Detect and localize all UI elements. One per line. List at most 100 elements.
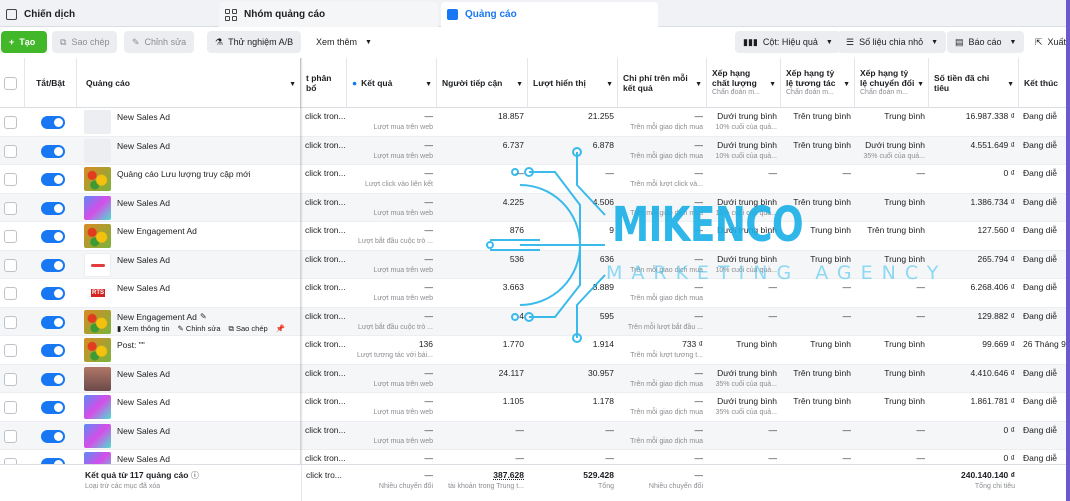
tab-campaigns[interactable]: Chiến dịch (0, 2, 215, 27)
row-toggle[interactable] (41, 201, 65, 215)
row-toggle[interactable] (41, 344, 65, 357)
header-reach[interactable]: Người tiếp cận ▼ (437, 58, 528, 108)
ad-name-link[interactable]: Post: "" (117, 340, 145, 350)
row-checkbox[interactable] (4, 429, 17, 443)
ad-name-link[interactable]: New Sales Ad (117, 141, 170, 151)
row-toggle[interactable] (41, 258, 65, 272)
ad-thumbnail (84, 252, 111, 277)
ad-name-link[interactable]: New Engagement Ad (117, 226, 197, 236)
table-row[interactable]: Quảng cáo Lưu lượng truy cập mới click tr… (0, 165, 1070, 194)
row-toggle[interactable] (41, 116, 65, 129)
row-checkbox[interactable] (4, 287, 17, 300)
pencil-icon[interactable]: ✎ (200, 312, 207, 321)
breakdown-icon: ☰ (846, 36, 855, 47)
tab-adsets[interactable]: Nhóm quảng cáo (219, 2, 438, 27)
ad-thumbnail (84, 138, 111, 163)
breakdown-dropdown[interactable]: ☰ Số liệu chia nhỏ ▼ (838, 31, 947, 53)
header-onoff[interactable]: Tắt/Bật (25, 58, 77, 108)
header-ends[interactable]: Kết thúc (1019, 58, 1070, 108)
table-row[interactable]: New Sales Ad click tron... — Lượt mua trên … (0, 193, 1070, 222)
header-quality[interactable]: Xếp hạng chất lượng Chẩn đoán m... ▼ (707, 58, 781, 108)
cell-cv: Dưới trung bình 35% cuối của quả... (863, 139, 926, 160)
row-checkbox[interactable] (4, 144, 17, 158)
cell-reach: 1.770 (502, 339, 524, 349)
sort-icon: ▼ (516, 81, 523, 88)
cell-end: Đang diễ (1023, 367, 1058, 378)
cell-impr: — (605, 424, 615, 435)
ad-name-link[interactable]: New Sales Ad (117, 426, 170, 436)
duplicate-link[interactable]: ⧉ Sao chép (229, 324, 268, 334)
chevron-down-icon: ▼ (931, 38, 939, 46)
header-impressions[interactable]: Lượt hiển thị ▼ (528, 58, 618, 108)
row-checkbox[interactable] (4, 258, 17, 272)
row-toggle[interactable] (41, 173, 65, 186)
table-row[interactable]: New Engagement Ad ✎ ▮ Xem thông tin ✎ Chỉnh… (0, 307, 1070, 336)
header-spent[interactable]: Số tiền đã chi tiêu ▼ (929, 58, 1019, 108)
totals-label: Kết quả từ 117 quảng cáo ⓘ Loại trừ các m… (85, 470, 199, 490)
duplicate-button[interactable]: ⧉ Sao chép (52, 31, 118, 53)
ad-name-link[interactable]: New Sales Ad (117, 255, 170, 265)
ad-name-link[interactable]: New Sales Ad (117, 198, 170, 208)
header-cpr[interactable]: Chi phí trên mỗi kết quả ▼ (618, 58, 707, 108)
table-row[interactable]: New Engagement Ad click tron... — Lượt bắt … (0, 222, 1070, 251)
ad-name-link[interactable]: New Sales Ad (117, 369, 170, 379)
ad-name-link[interactable]: Quảng cáo Lưu lượng truy cập mới (117, 169, 251, 179)
row-toggle[interactable] (41, 315, 65, 329)
row-toggle[interactable] (41, 401, 65, 414)
table-row[interactable]: New Sales Ad click tron... — Lượt mua trên … (0, 421, 1070, 450)
more-button[interactable]: Xem thêm ▼ (308, 31, 380, 53)
cell-impr: 6.878 (592, 139, 614, 150)
view-link[interactable]: ▮ Xem thông tin (117, 324, 170, 334)
select-all-checkbox[interactable] (4, 77, 17, 90)
header-delivery[interactable]: t phân bổ (301, 58, 347, 108)
ad-name-link[interactable]: New Sales Ad (117, 283, 170, 293)
reports-dropdown[interactable]: ▤ Báo cáo ▼ (947, 31, 1025, 53)
row-toggle[interactable] (41, 372, 65, 386)
export-button[interactable]: ⇱ Xuất (1027, 31, 1070, 53)
row-checkbox[interactable] (4, 173, 17, 186)
tab-ads[interactable]: Quảng cáo (441, 2, 658, 27)
cell-reach: 3.663 (502, 282, 524, 292)
ab-test-button[interactable]: ⚗ Thử nghiệm A/B (207, 31, 302, 53)
header-ad[interactable]: Quảng cáo ▼ (77, 58, 301, 108)
row-checkbox[interactable] (4, 230, 17, 243)
row-checkbox[interactable] (4, 116, 17, 129)
cell-impr: 1.178 (592, 396, 614, 406)
header-results[interactable]: ● Kết quả ▼ (347, 58, 437, 108)
header-engagement[interactable]: Xếp hạng tỷ lệ tương tác Chẩn đoán m... ▼ (781, 58, 855, 108)
table-row[interactable]: New Sales Ad click tron... — Lượt mua trên … (0, 136, 1070, 165)
row-checkbox[interactable] (4, 201, 17, 215)
header-conversion[interactable]: Xếp hạng tỷ lệ chuyển đổi Chẩn đoán m... ▼ (855, 58, 929, 108)
ad-thumbnail: RTS (84, 281, 111, 305)
row-checkbox[interactable] (4, 315, 17, 329)
table-row[interactable]: Post: "" click tron... 136 Lượt tương tác v… (0, 336, 1070, 365)
cell-delivery: click tron... (305, 111, 346, 121)
row-toggle[interactable] (41, 230, 65, 243)
row-checkbox[interactable] (4, 372, 17, 386)
ad-name-link[interactable]: New Sales Ad (117, 397, 170, 407)
pin-icon[interactable]: 📌 (276, 324, 285, 334)
row-checkbox[interactable] (4, 401, 17, 414)
edit-link[interactable]: ✎ Chỉnh sửa (178, 324, 221, 334)
cell-spent: 1.861.781 ₫ (970, 396, 1015, 406)
cell-e: Trung bình (810, 339, 851, 349)
row-toggle[interactable] (41, 144, 65, 158)
ad-name-link[interactable]: New Sales Ad (117, 112, 170, 122)
columns-dropdown[interactable]: ▮▮▮ Cột: Hiệu quả ▼ (735, 31, 841, 53)
table-row[interactable]: New Sales Ad click tron... — Lượt mua trên … (0, 364, 1070, 393)
table-row[interactable]: New Sales Ad click tron... — Lượt mua trên … (0, 393, 1070, 422)
row-toggle[interactable] (41, 287, 65, 300)
row-checkbox[interactable] (4, 344, 17, 357)
cell-e: Trên trung bình (793, 111, 851, 121)
ad-thumbnail (84, 167, 111, 191)
tab-label: Quảng cáo (465, 9, 517, 20)
cell-delivery: click tron... (305, 310, 346, 321)
ad-name-link[interactable]: New Engagement Ad (117, 312, 197, 322)
ad-name-link[interactable]: New Sales Ad (117, 454, 170, 464)
table-row[interactable]: New Sales Ad click tron... — Lượt mua trên … (0, 108, 1070, 137)
cell-cv: — (916, 424, 926, 435)
edit-button[interactable]: ✎ Chỉnh sửa (124, 31, 195, 53)
create-button[interactable]: + Tạo (1, 31, 47, 53)
row-toggle[interactable] (41, 429, 65, 443)
cell-e: Trên trung bình (793, 139, 851, 150)
